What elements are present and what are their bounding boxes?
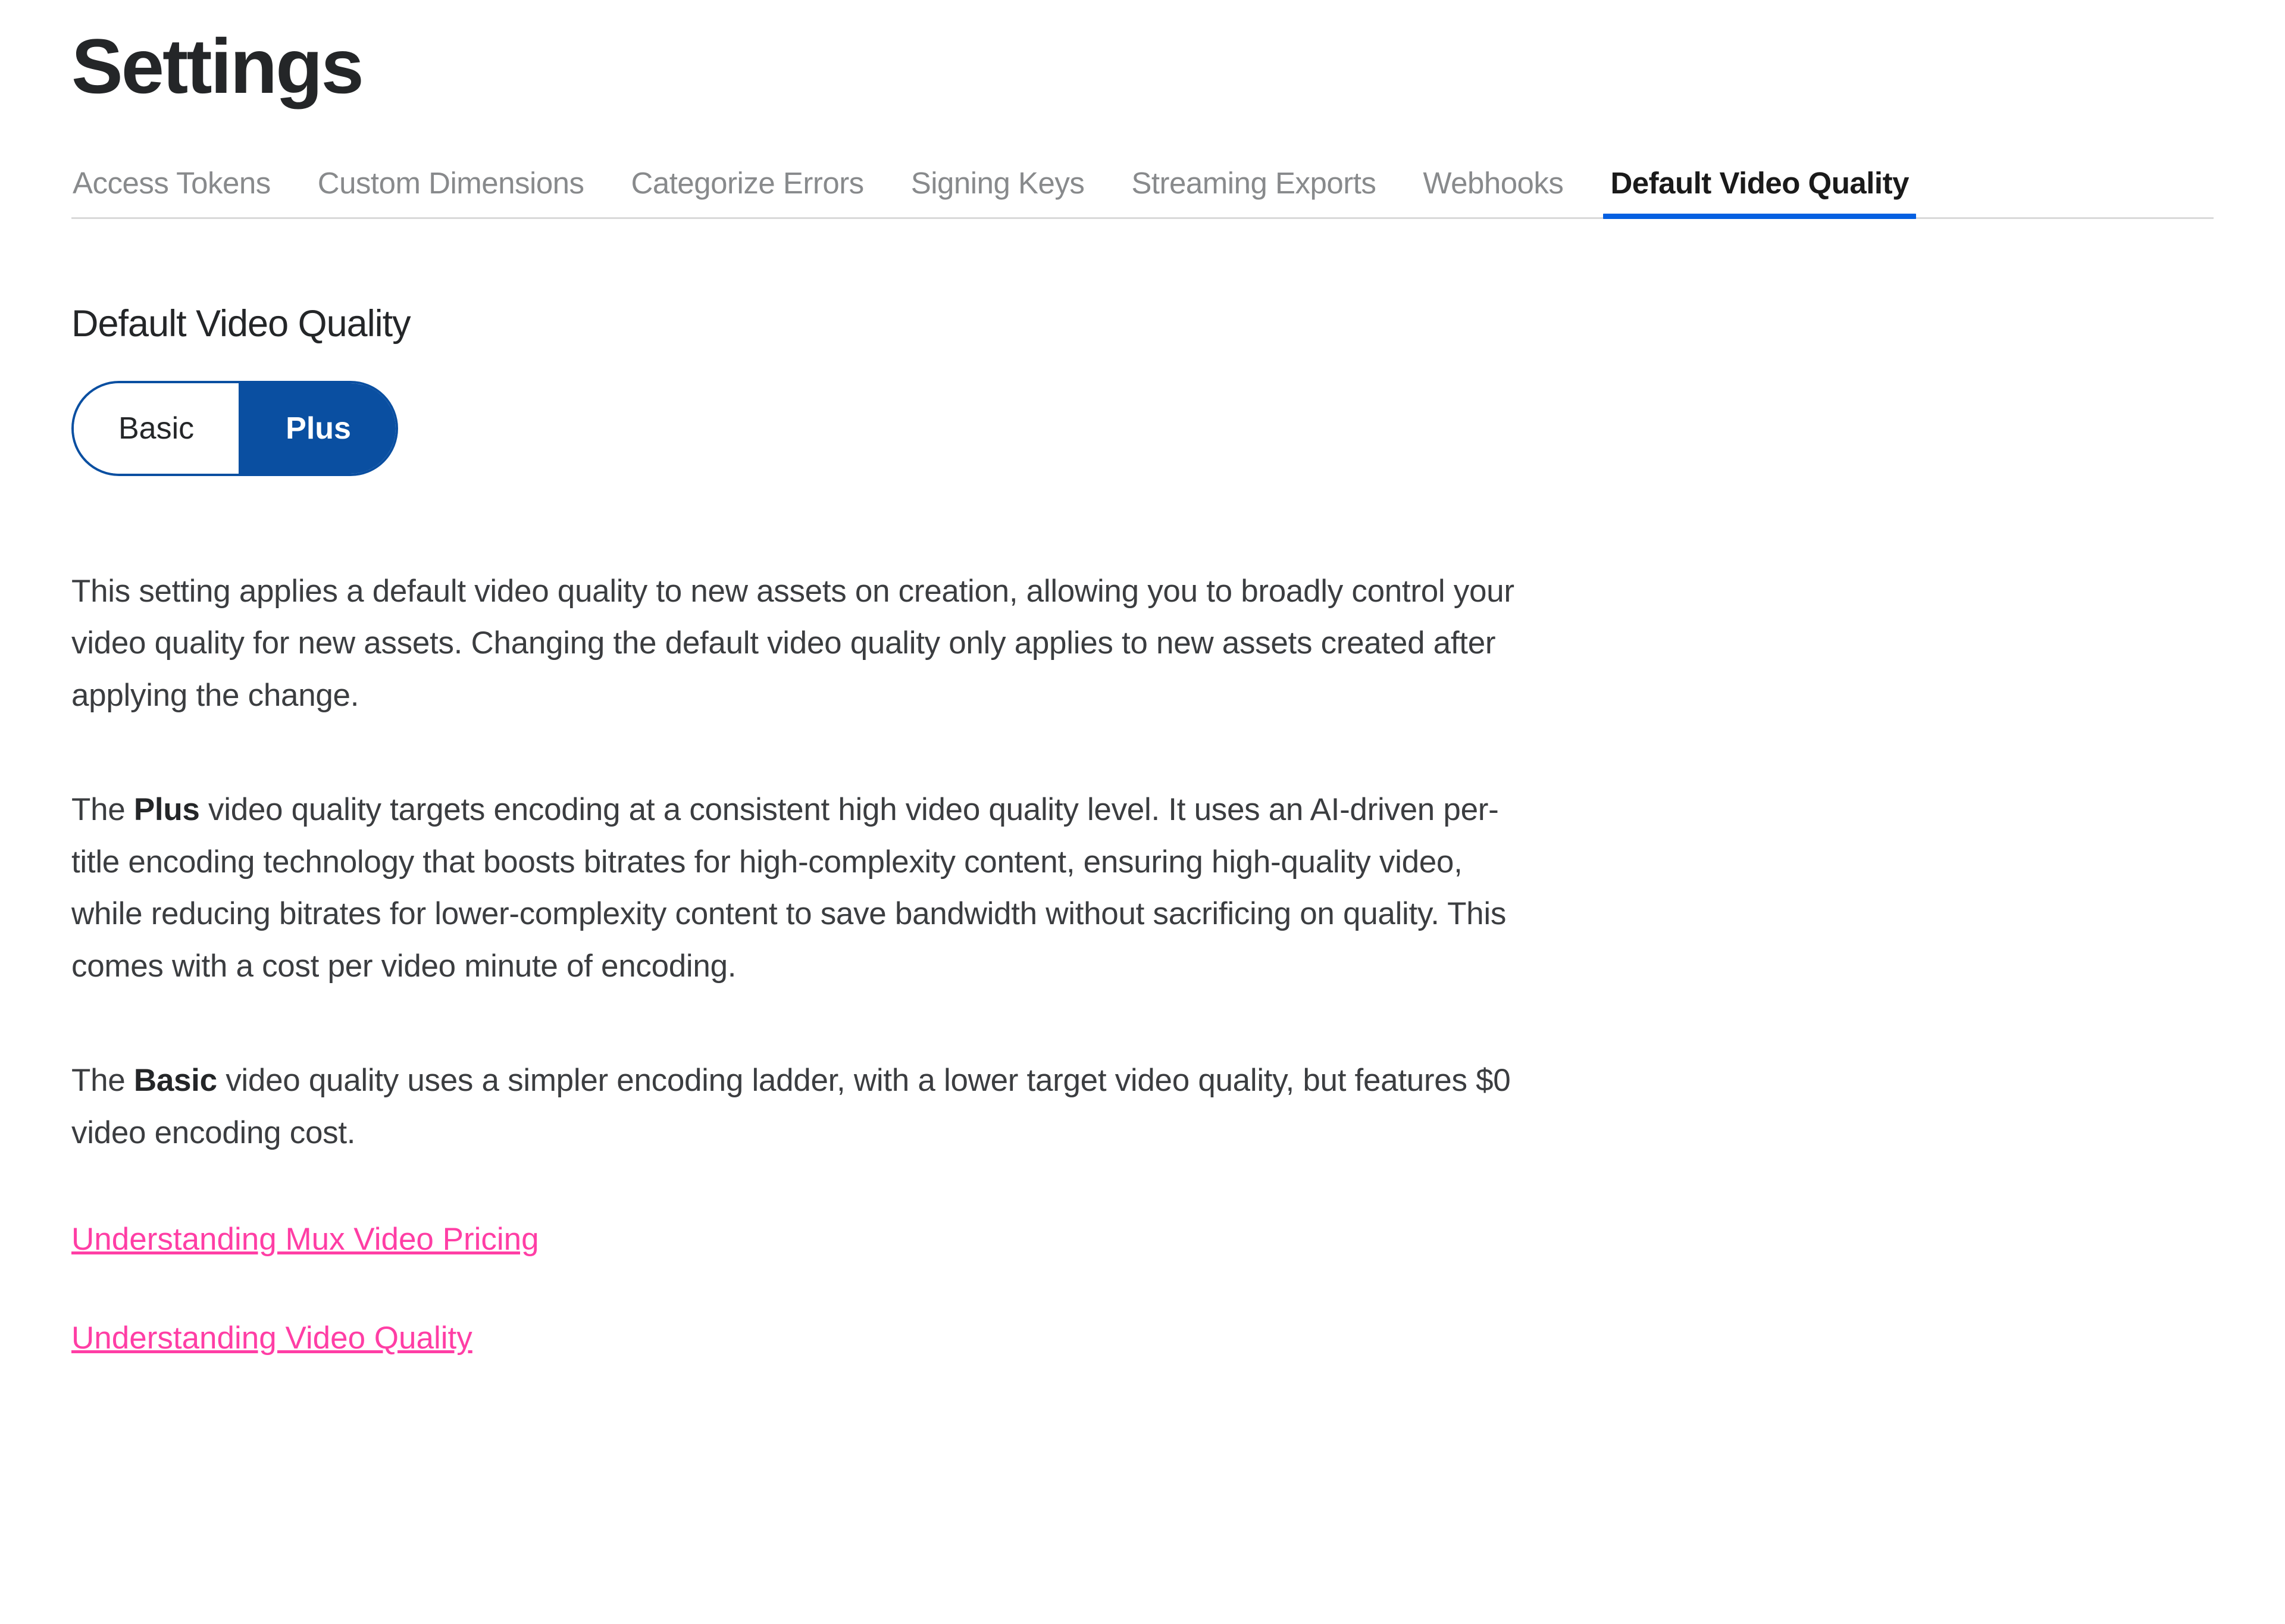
para2-prefix: The <box>71 792 134 827</box>
tab-streaming-exports[interactable]: Streaming Exports <box>1130 165 1377 217</box>
tab-access-tokens[interactable]: Access Tokens <box>71 165 272 217</box>
page-title: Settings <box>71 24 2214 109</box>
tab-default-video-quality[interactable]: Default Video Quality <box>1609 165 1910 217</box>
para3-prefix: The <box>71 1063 134 1098</box>
video-quality-toggle: Basic Plus <box>71 381 398 476</box>
tab-custom-dimensions[interactable]: Custom Dimensions <box>317 165 586 217</box>
tab-webhooks[interactable]: Webhooks <box>1422 165 1564 217</box>
link-understanding-video-quality[interactable]: Understanding Video Quality <box>71 1320 472 1356</box>
settings-tabbar: Access Tokens Custom Dimensions Categori… <box>71 162 2214 219</box>
tab-signing-keys[interactable]: Signing Keys <box>910 165 1086 217</box>
para2-rest: video quality targets encoding at a cons… <box>71 792 1506 983</box>
tab-categorize-errors[interactable]: Categorize Errors <box>630 165 865 217</box>
section-heading: Default Video Quality <box>71 302 2214 345</box>
quality-option-plus[interactable]: Plus <box>239 383 396 474</box>
quality-option-basic[interactable]: Basic <box>74 383 239 474</box>
para3-rest: video quality uses a simpler encoding la… <box>71 1063 1510 1150</box>
para3-bold: Basic <box>134 1063 217 1098</box>
link-understanding-pricing[interactable]: Understanding Mux Video Pricing <box>71 1221 539 1257</box>
description-paragraph-3: The Basic video quality uses a simpler e… <box>71 1054 1517 1159</box>
para2-bold: Plus <box>134 792 200 827</box>
description-body: This setting applies a default video qua… <box>71 565 1517 1419</box>
description-paragraph-1: This setting applies a default video qua… <box>71 565 1517 721</box>
description-paragraph-2: The Plus video quality targets encoding … <box>71 784 1517 992</box>
